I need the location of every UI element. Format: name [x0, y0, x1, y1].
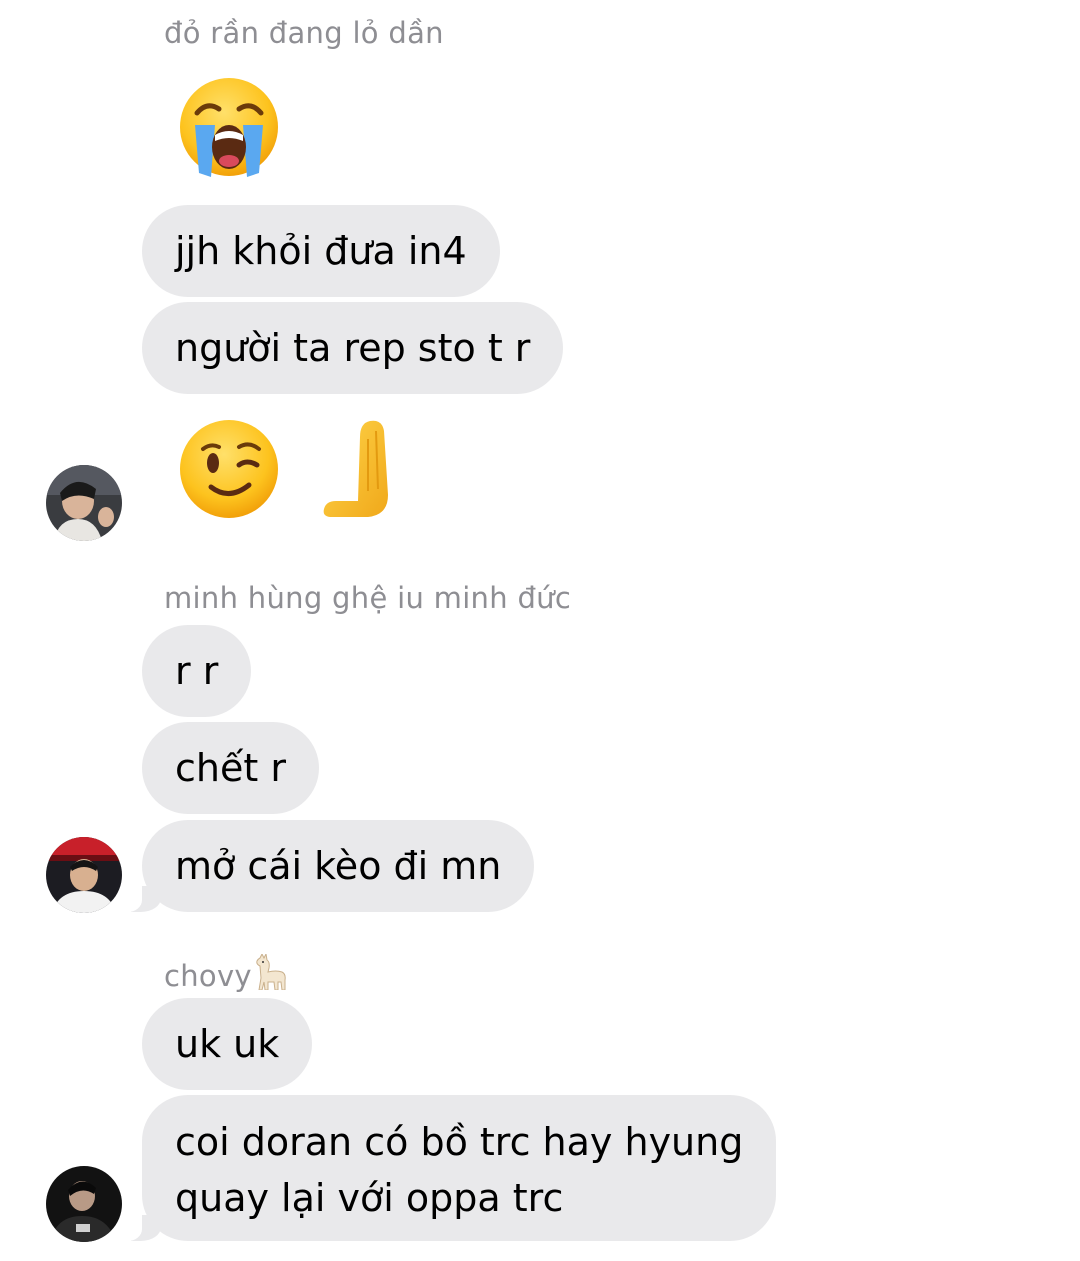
sender-name: đỏ rần đang lỏ dần	[164, 16, 444, 50]
message-bubble[interactable]: uk uk	[142, 998, 313, 1090]
message-bubble[interactable]: coi doran có bồ trc hay hyung quay lại v…	[115, 1095, 777, 1241]
message-bubble[interactable]: người ta rep sto t r	[142, 302, 564, 394]
message-text: uk uk	[175, 1022, 280, 1066]
sender-name: chovy	[164, 952, 288, 997]
message-text-line: coi doran có bồ trc hay hyung	[175, 1120, 744, 1164]
sender-name: minh hùng ghệ iu minh đức	[164, 581, 572, 615]
message-bubble[interactable]: mở cái kèo đi mn	[115, 820, 535, 912]
avatar[interactable]	[46, 1166, 122, 1242]
message-text: r r	[175, 649, 219, 693]
message-text: mở cái kèo đi mn	[175, 844, 502, 888]
message-bubble[interactable]: jjh khỏi đưa in4	[142, 205, 500, 297]
winking-face-emoji[interactable]	[177, 417, 281, 525]
message-bubble[interactable]: r r	[142, 625, 252, 717]
message-bubble[interactable]: chết r	[142, 722, 319, 814]
sender-name-text: chovy	[164, 959, 252, 993]
message-text: chết r	[175, 746, 286, 790]
message-text-line: quay lại với oppa trc	[175, 1176, 564, 1220]
message-text: người ta rep sto t r	[175, 326, 531, 370]
avatar[interactable]	[46, 465, 122, 541]
raised-back-of-hand-emoji[interactable]	[318, 417, 394, 525]
message-text: jjh khỏi đưa in4	[175, 229, 467, 273]
llama-icon	[254, 952, 288, 997]
loudly-crying-face-emoji[interactable]	[177, 77, 281, 185]
avatar[interactable]	[46, 837, 122, 913]
